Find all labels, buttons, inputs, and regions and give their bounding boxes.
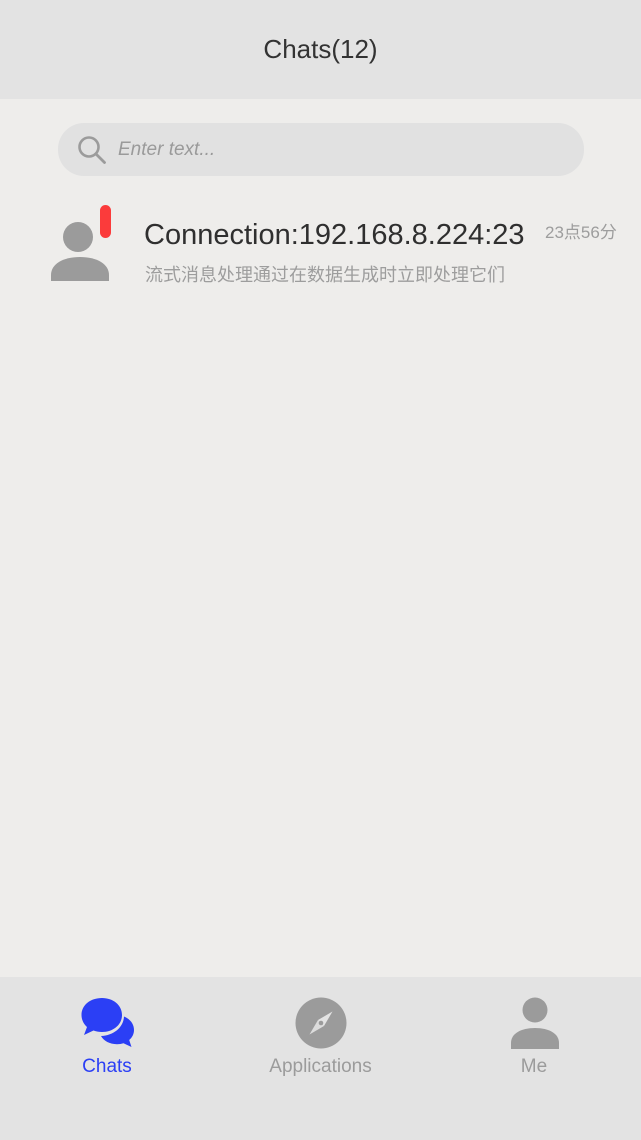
tab-chats[interactable]: Chats (0, 977, 214, 1140)
unread-badge (100, 205, 111, 238)
person-icon (511, 997, 559, 1049)
chat-preview-text: 流式消息处理通过在数据生成时立即处理它们 (145, 265, 505, 286)
tab-applications[interactable]: Applications (214, 977, 427, 1140)
tab-label: Applications (269, 1056, 372, 1077)
chat-bubbles-icon (81, 998, 134, 1047)
bottom-tab-bar: Chats Applications Me (0, 977, 641, 1140)
page-title: Chats(12) (263, 34, 378, 64)
chat-timestamp: 23点56分 (545, 223, 617, 242)
search-input[interactable] (118, 123, 558, 176)
chat-title: Connection:192.168.8.224:23 (144, 219, 525, 251)
tab-me[interactable]: Me (427, 977, 641, 1140)
chat-list-item[interactable]: Connection:192.168.8.224:23 23点56分 流式消息处… (0, 195, 641, 300)
tab-label: Chats (82, 1056, 132, 1077)
compass-icon (295, 997, 347, 1049)
top-header: Chats(12) (0, 0, 641, 99)
tab-label: Me (520, 1056, 548, 1077)
search-icon (78, 136, 106, 164)
search-bar[interactable] (58, 123, 584, 176)
